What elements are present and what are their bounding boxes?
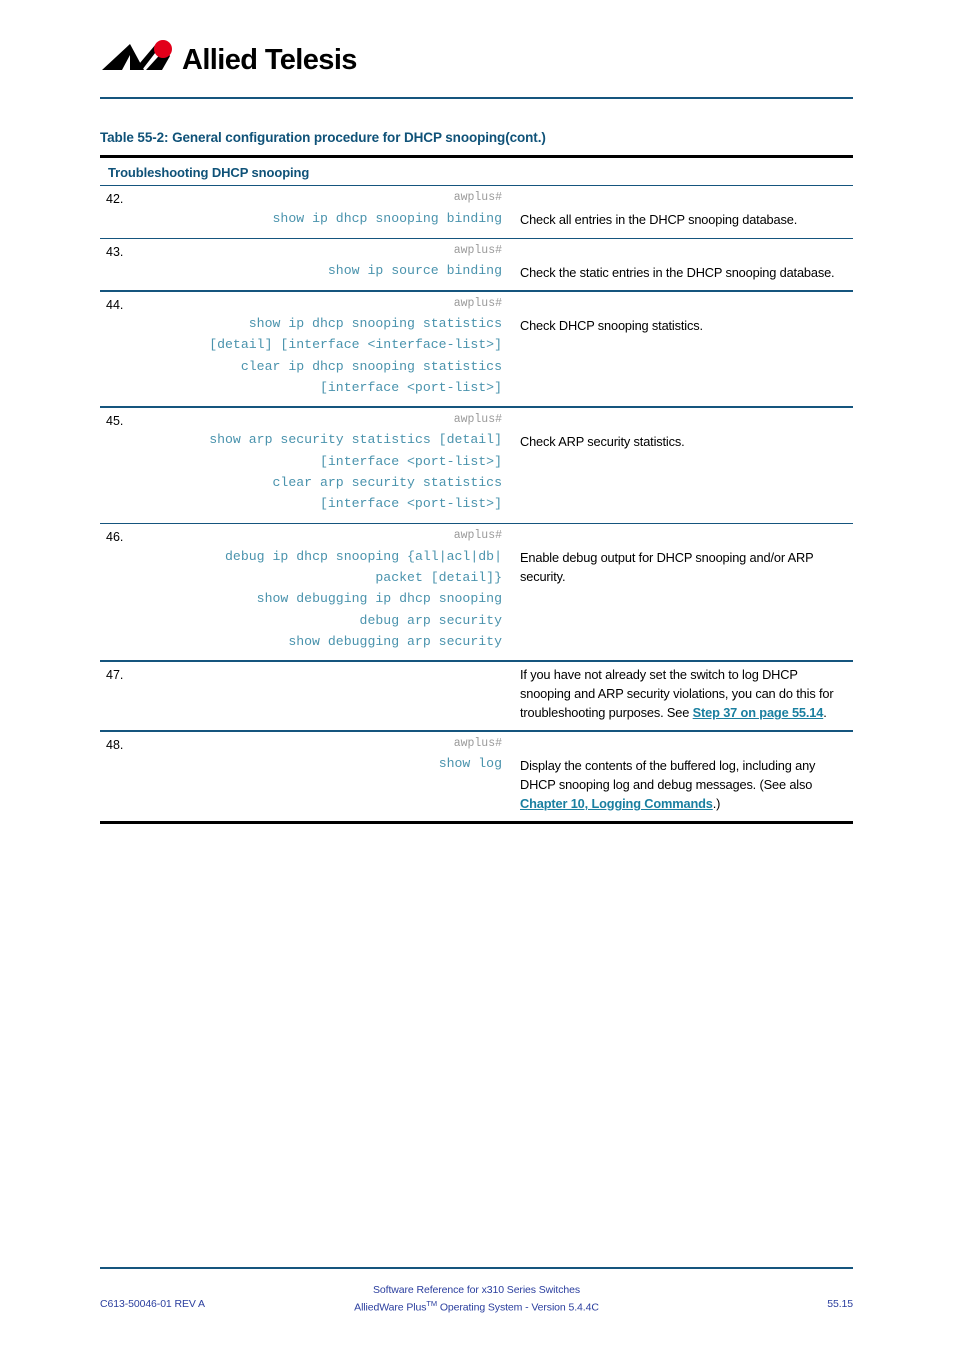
table-row: 46. awplus# debug ip dhcp snooping {all|… (100, 524, 853, 660)
footer-document-id: C613-50046-01 REV A (100, 1298, 205, 1310)
desc-text: Check the static entries in the DHCP sno… (520, 264, 835, 280)
row-commands (122, 662, 506, 731)
desc-align-spacer (520, 735, 847, 756)
footer-page-number: 55.15 (827, 1298, 853, 1310)
row-number: 44. (106, 297, 124, 312)
procedure-table: Troubleshooting DHCP snooping 42. awplus… (100, 155, 853, 825)
table-row: 43. awplus# show ip source binding Check… (100, 239, 853, 290)
cross-reference-link[interactable]: Chapter 10, Logging Commands (520, 796, 713, 811)
cli-command: debug arp security (359, 612, 502, 628)
cross-reference-link[interactable]: Step 37 on page 55.14 (693, 705, 824, 720)
desc-text: Check ARP security statistics. (520, 433, 685, 449)
cli-command: show ip source binding (327, 263, 502, 279)
desc-text: Check DHCP snooping statistics. (520, 317, 703, 333)
table-row: 45. awplus# show arp security statistics… (100, 408, 853, 523)
footer-version-line: AlliedWare PlusTM Operating System - Ver… (100, 1298, 853, 1316)
footer-version: Operating System - Version 5.4.4C (437, 1301, 599, 1314)
desc-text: Check all entries in the DHCP snooping d… (520, 212, 798, 228)
header-divider (100, 97, 853, 99)
footer-product: AlliedWare Plus (354, 1301, 427, 1314)
row-commands: awplus# show ip dhcp snooping binding (122, 186, 506, 237)
logo-svg: Allied Telesis (102, 40, 357, 76)
cli-prompt: awplus# (453, 529, 502, 543)
cli-prompt: awplus# (453, 736, 502, 750)
cli-command: [interface <port-list>] (319, 453, 502, 469)
desc-align-spacer (520, 527, 847, 548)
cli-prompt: awplus# (453, 191, 502, 205)
cli-command: clear ip dhcp snooping statistics (240, 358, 502, 374)
cli-command: show ip dhcp snooping statistics (248, 315, 502, 331)
cli-prompt: awplus# (453, 243, 502, 257)
table-row: 44. awplus# show ip dhcp snooping statis… (100, 292, 853, 407)
row-description: Check the static entries in the DHCP sno… (506, 239, 853, 290)
cli-command: [interface <port-list>] (319, 496, 502, 512)
table-row: 42. awplus# show ip dhcp snooping bindin… (100, 186, 853, 237)
logo-dot (154, 40, 172, 58)
table-title: Table 55-2: General configuration proced… (100, 130, 546, 145)
row-description: Check all entries in the DHCP snooping d… (506, 186, 853, 237)
desc-align-spacer (520, 242, 847, 263)
row-number: 43. (106, 244, 124, 259)
row-description: Display the contents of the buffered log… (506, 732, 853, 822)
cli-command: packet [detail]} (375, 569, 502, 585)
table-section-heading: Troubleshooting DHCP snooping (108, 165, 310, 180)
desc-text: Enable debug output for DHCP snooping an… (520, 550, 814, 585)
desc-text: .) (712, 796, 721, 812)
table-row: 47. If you have not already set the swit… (100, 662, 853, 731)
cli-command: show arp security statistics [detail] (209, 432, 502, 448)
row-number: 48. (106, 737, 124, 752)
row-number: 42. (106, 192, 124, 207)
document-page: Allied Telesis Table 55-2: General confi… (0, 0, 954, 1350)
cli-command: debug ip dhcp snooping {all|acl|db| (225, 548, 502, 564)
row-commands: awplus# debug ip dhcp snooping {all|acl|… (122, 524, 506, 660)
row-commands: awplus# show arp security statistics [de… (122, 408, 506, 523)
row-number: 45. (106, 413, 124, 428)
cli-command: show ip dhcp snooping binding (272, 210, 503, 226)
desc-align-spacer (520, 411, 847, 432)
row-commands: awplus# show ip dhcp snooping statistics… (122, 292, 506, 407)
page-footer: Software Reference for x310 Series Switc… (100, 1282, 853, 1332)
row-commands: awplus# show ip source binding (122, 239, 506, 290)
cli-command: show log (438, 756, 502, 772)
row-description: If you have not already set the switch t… (506, 662, 853, 731)
row-description: Enable debug output for DHCP snooping an… (506, 524, 853, 660)
row-commands: awplus# show log (122, 732, 506, 822)
desc-text: Display the contents of the buffered log… (520, 757, 816, 792)
table-bottom-border (100, 821, 853, 825)
footer-divider (100, 1267, 853, 1269)
cli-command: show debugging ip dhcp snooping (256, 591, 502, 607)
row-description: Check ARP security statistics. (506, 408, 853, 523)
cli-command: [detail] [interface <interface-list>] (209, 337, 502, 353)
cli-prompt: awplus# (453, 412, 502, 426)
logo-wordmark: Allied Telesis (182, 44, 357, 76)
desc-text: . (823, 705, 827, 721)
footer-title-line: Software Reference for x310 Series Switc… (373, 1284, 580, 1296)
row-number: 47. (106, 667, 124, 682)
cli-command: [interface <port-list>] (319, 380, 502, 396)
footer-center-block: Software Reference for x310 Series Switc… (100, 1282, 853, 1316)
trademark-mark: TM (426, 1299, 438, 1309)
cli-prompt: awplus# (453, 296, 502, 310)
cli-command: clear arp security statistics (272, 474, 503, 490)
allied-telesis-logo: Allied Telesis (100, 38, 400, 86)
table-row: 48. awplus# show log Display the content… (100, 732, 853, 822)
row-number: 46. (106, 530, 124, 545)
desc-align-spacer (520, 295, 847, 316)
desc-align-spacer (520, 189, 847, 210)
cli-command: show debugging arp security (288, 634, 502, 649)
row-description: Check DHCP snooping statistics. (506, 292, 853, 407)
